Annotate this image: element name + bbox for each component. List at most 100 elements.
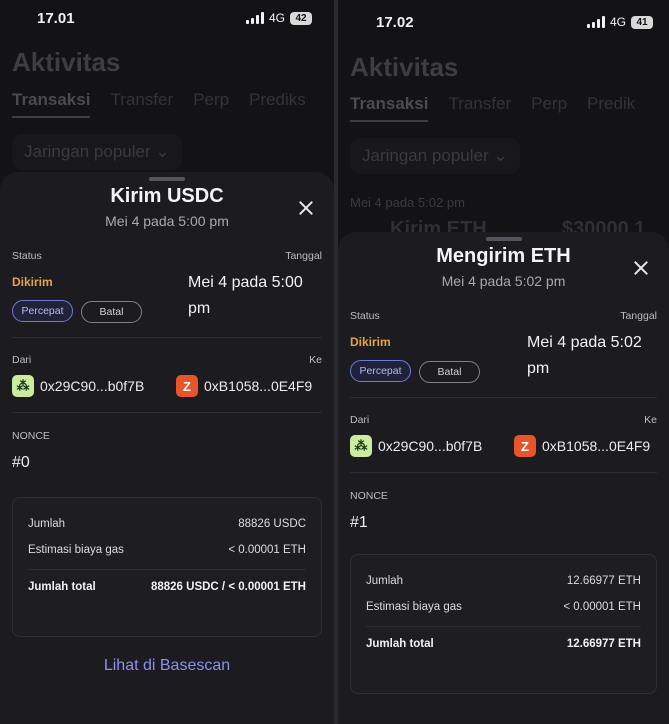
gas-row: Estimasi biaya gas < 0.00001 ETH: [366, 601, 641, 613]
nonce-value: #0: [12, 454, 30, 471]
list-date-header: Mei 4 pada 5:02 pm: [350, 195, 465, 210]
status-value: Dikirim: [12, 275, 53, 289]
wallet-logo-icon: ⁂: [12, 375, 34, 397]
status-value: Dikirim: [350, 335, 391, 349]
from-address[interactable]: ⁂ 0x29C90...b0f7B: [350, 435, 482, 457]
tab-prediksi[interactable]: Predik: [587, 94, 635, 122]
close-icon[interactable]: [298, 200, 314, 216]
amount-card: Jumlah 88826 USDC Estimasi biaya gas < 0…: [12, 497, 322, 637]
tab-perp[interactable]: Perp: [531, 94, 567, 122]
divider: [28, 569, 306, 570]
nonce-value: #1: [350, 514, 368, 531]
page-title: Aktivitas: [12, 47, 121, 77]
from-address-text: 0x29C90...b0f7B: [40, 378, 145, 394]
gas-value: < 0.00001 ETH: [563, 601, 641, 613]
sheet-grabber[interactable]: [149, 177, 185, 181]
to-address-text: 0xB1058...0E4F9: [542, 438, 651, 454]
screen-left: 17.01 4G 42 Aktivitas Transaksi Transfer…: [0, 0, 334, 724]
total-value: 88826 USDC / < 0.00001 ETH: [150, 581, 306, 593]
from-address-text: 0x29C90...b0f7B: [378, 438, 483, 454]
amount-label: Jumlah: [366, 575, 404, 587]
gas-label: Estimasi biaya gas: [28, 544, 124, 556]
sheet-title: Kirim USDC: [110, 185, 224, 207]
screen-right: 17.02 4G 41 Aktivitas Transaksi Transfer…: [338, 0, 669, 724]
total-value: 12.66977 ETH: [566, 638, 641, 650]
tab-transfer[interactable]: Transfer: [110, 90, 173, 118]
to-label: Ke: [309, 354, 322, 366]
amount-row: Jumlah 12.66977 ETH: [366, 575, 641, 587]
speed-up-button[interactable]: Percepat: [350, 360, 411, 382]
wallet-logo-icon: Z: [176, 375, 198, 397]
from-label: Dari: [12, 354, 32, 366]
activity-tabs: Transaksi Transfer Perp Prediks: [12, 90, 306, 118]
divider: [366, 626, 641, 627]
amount-row: Jumlah 88826 USDC: [28, 518, 306, 530]
network-filter[interactable]: Jaringan populer ⌄: [12, 134, 182, 170]
activity-tabs: Transaksi Transfer Perp Predik: [350, 94, 635, 122]
gas-value: < 0.00001 ETH: [228, 544, 306, 556]
gas-row: Estimasi biaya gas < 0.00001 ETH: [28, 544, 306, 556]
wallet-logo-icon: Z: [514, 435, 536, 457]
divider: [12, 412, 322, 413]
network-filter-label: Jaringan populer: [362, 146, 489, 165]
tab-prediksi[interactable]: Prediks: [249, 90, 306, 118]
status-bar: 17.01 4G 42: [0, 10, 334, 30]
status-bar: 17.02 4G 41: [338, 10, 669, 31]
tab-transaksi[interactable]: Transaksi: [350, 94, 429, 122]
divider: [350, 472, 657, 473]
divider: [350, 397, 657, 398]
network-label: 4G: [609, 15, 626, 29]
sheet-grabber[interactable]: [485, 237, 522, 241]
date-value: Mei 4 pada 5:00 pm: [188, 274, 303, 317]
gas-label: Estimasi biaya gas: [366, 601, 462, 613]
battery-icon: 41: [631, 15, 653, 29]
nonce-label: NONCE: [350, 490, 388, 502]
network-filter[interactable]: Jaringan populer ⌄: [350, 138, 520, 174]
sheet-subtitle: Mei 4 pada 5:02 pm: [441, 273, 566, 289]
cancel-button[interactable]: Batal: [419, 361, 480, 383]
speed-up-button[interactable]: Percepat: [12, 300, 73, 322]
transaction-detail-sheet: Mengirim ETH Mei 4 pada 5:02 pm Status T…: [338, 232, 669, 724]
signal-icon: [586, 16, 605, 28]
sheet-subtitle: Mei 4 pada 5:00 pm: [105, 213, 229, 229]
amount-value: 88826 USDC: [238, 518, 306, 530]
cancel-button[interactable]: Batal: [81, 301, 142, 323]
to-address[interactable]: Z 0xB1058...0E4F9: [514, 435, 650, 457]
clock: 17.02: [376, 14, 414, 31]
battery-icon: 42: [290, 11, 312, 25]
close-icon[interactable]: [633, 260, 649, 276]
transaction-detail-sheet: Kirim USDC Mei 4 pada 5:00 pm Status Tan…: [0, 172, 334, 724]
tab-transaksi[interactable]: Transaksi: [12, 90, 91, 118]
sheet-title: Mengirim ETH: [436, 245, 571, 267]
nonce-label: NONCE: [12, 430, 50, 442]
date-value: Mei 4 pada 5:02 pm: [527, 334, 642, 377]
amount-card: Jumlah 12.66977 ETH Estimasi biaya gas <…: [350, 554, 657, 694]
from-label: Dari: [350, 414, 370, 426]
network-label: 4G: [268, 11, 285, 25]
amount-value: 12.66977 ETH: [566, 575, 641, 587]
tab-perp[interactable]: Perp: [193, 90, 229, 118]
to-address-text: 0xB1058...0E4F9: [204, 378, 313, 394]
wallet-logo-icon: ⁂: [350, 435, 372, 457]
signal-icon: [245, 12, 264, 24]
total-row: Jumlah total 12.66977 ETH: [366, 638, 641, 650]
total-label: Jumlah total: [366, 638, 434, 650]
from-address[interactable]: ⁂ 0x29C90...b0f7B: [12, 375, 144, 397]
to-address[interactable]: Z 0xB1058...0E4F9: [176, 375, 312, 397]
to-label: Ke: [644, 414, 657, 426]
total-row: Jumlah total 88826 USDC / < 0.00001 ETH: [28, 581, 306, 593]
status-label: Status: [350, 310, 380, 322]
date-label: Tanggal: [620, 310, 657, 322]
total-label: Jumlah total: [28, 581, 96, 593]
view-on-explorer-link[interactable]: Lihat di Basescan: [0, 657, 334, 675]
network-filter-label: Jaringan populer: [24, 142, 151, 161]
page-title: Aktivitas: [350, 52, 459, 82]
amount-label: Jumlah: [28, 518, 66, 530]
chevron-down-icon: ⌄: [155, 142, 170, 161]
date-label: Tanggal: [285, 250, 322, 262]
status-label: Status: [12, 250, 42, 262]
divider: [12, 337, 322, 338]
clock: 17.01: [37, 10, 75, 27]
chevron-down-icon: ⌄: [493, 146, 508, 165]
tab-transfer[interactable]: Transfer: [448, 94, 511, 122]
